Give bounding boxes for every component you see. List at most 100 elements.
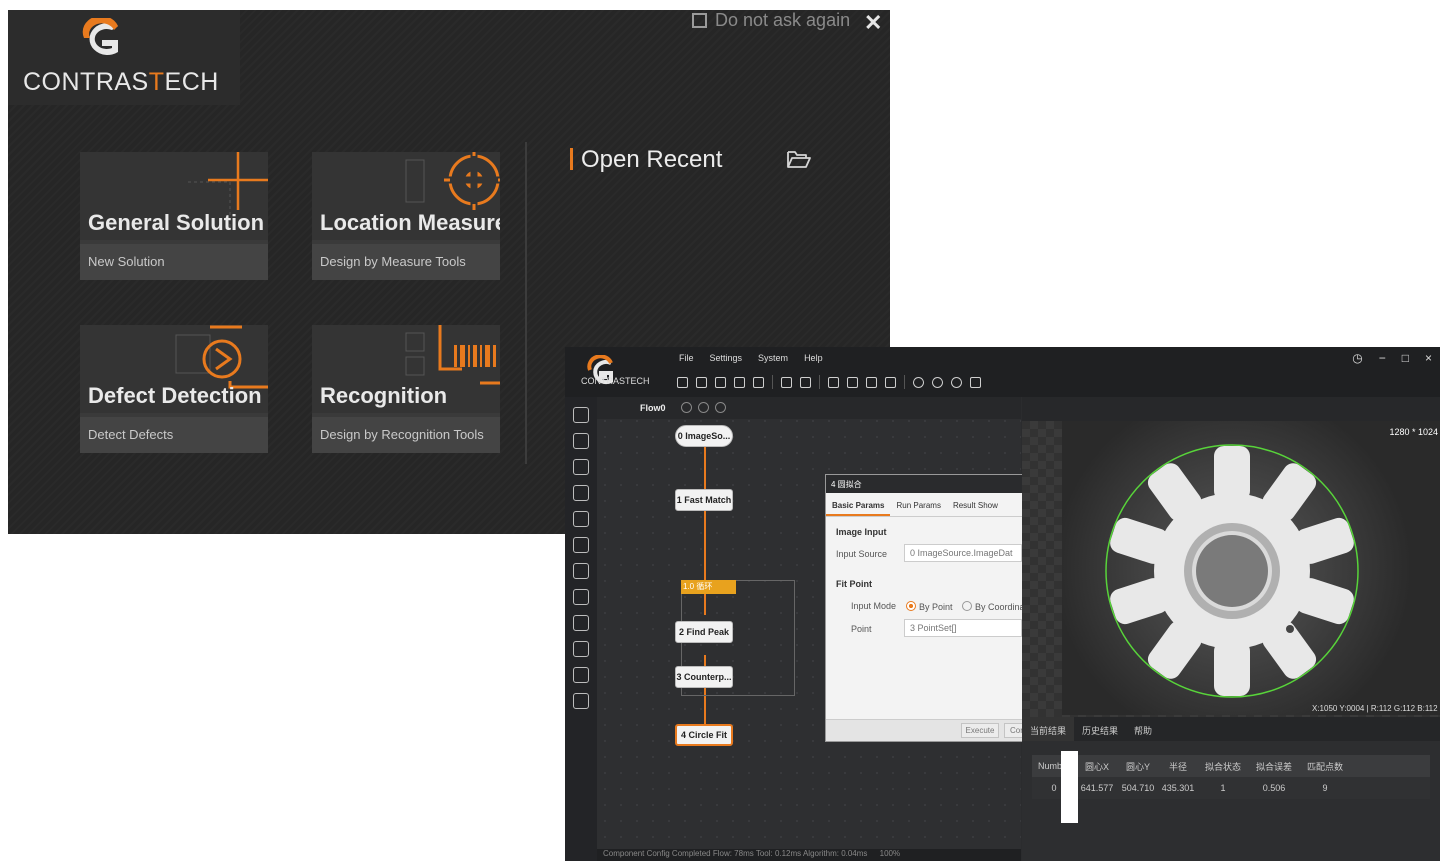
history-icon[interactable]: ◷ [1352, 351, 1362, 365]
export-icon[interactable] [753, 376, 764, 388]
cell-center-x: 641.577 [1080, 783, 1114, 793]
card-subtitle: Design by Measure Tools [312, 244, 500, 280]
flow-stop-icon[interactable] [715, 402, 726, 413]
checkbox-icon[interactable] [692, 13, 707, 28]
results-panel: 当前结果 历史结果 帮助 Number 圆心X 圆心Y 半径 拟合状态 拟合误差… [1022, 717, 1440, 861]
tab-flow0[interactable]: Flow0 [640, 403, 666, 413]
io-icon[interactable] [866, 376, 877, 388]
radio-icon[interactable] [962, 601, 972, 611]
tool-sidebar [565, 397, 597, 861]
measure-tool-icon[interactable] [573, 485, 589, 501]
logic-if-icon[interactable] [573, 667, 589, 683]
camera-icon[interactable] [781, 376, 792, 388]
tab-help[interactable]: 帮助 [1126, 717, 1160, 741]
card-general-solution[interactable]: General Solution New Solution [80, 152, 268, 280]
do-not-ask-checkbox[interactable]: Do not ask again [692, 10, 850, 31]
node-fast-match[interactable]: 1 Fast Match [675, 489, 733, 511]
radio-selected-icon[interactable] [906, 601, 916, 611]
execute-button[interactable]: Execute [961, 723, 999, 738]
section-fit-point: Fit Point [836, 579, 872, 589]
image-resolution: 1280 * 1024 [1389, 427, 1438, 437]
image-process-icon[interactable] [573, 589, 589, 605]
input-source-field[interactable]: 0 ImageSource.ImageDat [904, 544, 1022, 562]
card-title: Recognition [320, 383, 448, 408]
frame-icon[interactable] [970, 376, 981, 388]
report-icon[interactable] [828, 376, 839, 388]
open-icon[interactable] [696, 376, 707, 388]
maximize-button[interactable]: □ [1402, 351, 1409, 365]
stop-icon[interactable] [951, 376, 962, 388]
align-tool-icon[interactable] [573, 563, 589, 579]
image-canvas[interactable]: 1280 * 1024 X:1050 Y:0004 | R:112 G:112 … [1022, 421, 1440, 717]
status-text: Component Config Completed Flow: 78ms To… [603, 849, 868, 858]
table-header: Number 圆心X 圆心Y 半径 拟合状态 拟合误差 匹配点数 [1032, 755, 1430, 777]
node-image-source[interactable]: 0 ImageSo... [675, 425, 733, 447]
minimize-button[interactable]: − [1379, 351, 1386, 365]
close-button[interactable]: ✕ [864, 10, 882, 36]
tab-result-show[interactable]: Result Show [947, 495, 1004, 516]
import-icon[interactable] [734, 376, 745, 388]
light-icon[interactable] [800, 376, 811, 388]
cell-match-count: 9 [1322, 783, 1328, 793]
dialog-title: 4 圆拟合✕ [826, 475, 1052, 493]
card-location-measure[interactable]: Location Measure Design by Measure Tools [312, 152, 500, 280]
card-defect-detection[interactable]: Defect Detection Detect Defects [80, 325, 268, 453]
main-toolbar [677, 375, 981, 389]
tools-icon[interactable] [573, 407, 589, 423]
app-logo-icon [587, 355, 613, 384]
flow-run-icon[interactable] [681, 402, 692, 413]
tab-basic-params[interactable]: Basic Params [826, 495, 891, 516]
camera-tool-icon[interactable] [573, 433, 589, 449]
vision-master-window: CONTRASTECH File Settings System Help ◷ … [565, 347, 1440, 861]
variable-icon[interactable] [847, 376, 858, 388]
flow-canvas[interactable]: Flow0 0 ImageSo... 1 Fast Match 1.0 循环 2… [597, 397, 1052, 861]
dialog-tabs: Basic Params Run Params Result Show [826, 495, 1052, 517]
loop-header[interactable]: 1.0 循环 [681, 580, 736, 594]
card-subtitle: Design by Recognition Tools [312, 417, 500, 453]
menu-help[interactable]: Help [804, 353, 823, 363]
radio-by-point[interactable]: By Point [906, 601, 953, 612]
defect-tool-icon[interactable] [573, 641, 589, 657]
toolbar-separator [772, 375, 773, 389]
menu-file[interactable]: File [679, 353, 694, 363]
tab-run-params[interactable]: Run Params [890, 495, 946, 516]
col-center-x: 圆心X [1084, 761, 1109, 772]
gear-image [1105, 444, 1359, 698]
point-field[interactable]: 3 PointSet[] [904, 619, 1022, 637]
recognition-tool-icon[interactable] [573, 511, 589, 527]
redaction-block [1061, 751, 1078, 823]
card-title: Defect Detection [88, 383, 262, 408]
cell-radius: 435.301 [1161, 783, 1195, 793]
folder-open-icon[interactable] [786, 148, 812, 170]
flow-tab-bar: Flow0 [597, 397, 1021, 419]
comm-tool-icon[interactable] [573, 693, 589, 709]
script-icon[interactable] [885, 376, 896, 388]
cell-fit-status: 1 [1220, 783, 1226, 793]
save-as-icon[interactable] [715, 376, 726, 388]
app-logo-text: CONTRASTECH [581, 376, 650, 386]
save-icon[interactable] [677, 376, 688, 388]
col-center-y: 圆心Y [1125, 761, 1150, 772]
locate-tool-icon[interactable] [573, 459, 589, 475]
card-subtitle: Detect Defects [80, 417, 268, 453]
menu-system[interactable]: System [758, 353, 788, 363]
node-circle-fit[interactable]: 4 Circle Fit [675, 724, 733, 746]
color-tool-icon[interactable] [573, 615, 589, 631]
results-table: Number 圆心X 圆心Y 半径 拟合状态 拟合误差 匹配点数 0 641.5… [1032, 755, 1430, 799]
close-window-button[interactable]: × [1425, 351, 1432, 365]
menu-bar: File Settings System Help [679, 353, 823, 363]
card-recognition[interactable]: Recognition Design by Recognition Tools [312, 325, 500, 453]
table-row[interactable]: 0 641.577 504.710 435.301 1 0.506 9 [1032, 777, 1430, 799]
menu-settings[interactable]: Settings [710, 353, 743, 363]
calibration-tool-icon[interactable] [573, 537, 589, 553]
tab-current-result[interactable]: 当前结果 [1022, 717, 1075, 741]
col-fit-error: 拟合误差 [1255, 761, 1292, 772]
node-counterpoint[interactable]: 3 Counterp... [675, 666, 733, 688]
run-once-icon[interactable] [913, 376, 924, 388]
card-subtitle: New Solution [80, 244, 268, 280]
run-loop-icon[interactable] [932, 376, 943, 388]
flow-loop-icon[interactable] [698, 402, 709, 413]
tab-history-result[interactable]: 历史结果 [1074, 717, 1126, 741]
card-title: Location Measure [320, 210, 500, 235]
node-find-peak[interactable]: 2 Find Peak [675, 621, 733, 643]
